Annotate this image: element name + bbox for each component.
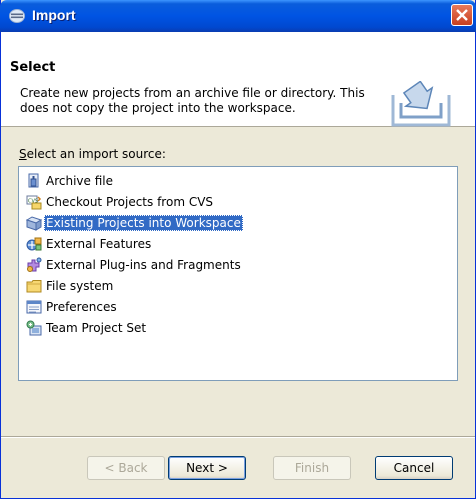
tree-item-label: External Plug-ins and Fragments <box>46 258 241 272</box>
import-source-tree[interactable]: Archive file CVS Checkout Projects from … <box>18 166 458 381</box>
import-window-icon <box>9 9 25 23</box>
tree-item-preferences[interactable]: Preferences <box>26 297 119 317</box>
cancel-button[interactable]: Cancel <box>375 456 453 480</box>
finish-button[interactable]: Finish <box>273 456 351 480</box>
import-wizard-icon <box>391 81 451 127</box>
label-mnemonic: S <box>19 147 27 161</box>
tree-item-label: Archive file <box>46 174 113 188</box>
next-button[interactable]: Next > <box>168 456 246 480</box>
tree-item-label: Preferences <box>46 300 117 314</box>
import-source-label: Select an import source: <box>19 147 166 161</box>
folder-icon <box>26 280 42 293</box>
close-icon <box>456 9 468 21</box>
back-button[interactable]: < Back <box>87 456 165 480</box>
tree-item-existing-projects[interactable]: Existing Projects into Workspace <box>26 213 243 233</box>
team-project-set-icon <box>26 320 42 336</box>
tree-item-file-system[interactable]: File system <box>26 276 115 296</box>
window-title: Import <box>32 7 76 23</box>
tree-item-label: Checkout Projects from CVS <box>46 195 214 209</box>
tree-item-checkout-cvs[interactable]: CVS Checkout Projects from CVS <box>26 192 215 212</box>
tree-item-team-project-set[interactable]: Team Project Set <box>26 318 148 338</box>
label-text: elect an import source: <box>26 147 166 161</box>
tree-item-label: External Features <box>46 237 152 251</box>
import-dialog: Import Select Create new projects from a… <box>0 0 476 499</box>
cvs-checkout-icon: CVS <box>26 195 42 210</box>
close-button[interactable] <box>451 4 473 26</box>
wizard-banner: Select Create new projects from an archi… <box>1 32 475 127</box>
tree-item-external-plugins[interactable]: External Plug-ins and Fragments <box>26 255 243 275</box>
page-title: Select <box>10 60 56 75</box>
tree-item-label: Team Project Set <box>46 321 147 335</box>
tree-item-label: Existing Projects into Workspace <box>44 215 243 231</box>
external-features-icon <box>26 237 42 251</box>
tree-item-external-features[interactable]: External Features <box>26 234 153 254</box>
preferences-icon <box>26 300 42 314</box>
button-bar-divider <box>1 436 475 438</box>
tree-item-label: File system <box>46 279 114 293</box>
plugins-fragments-icon <box>27 257 42 272</box>
existing-projects-icon <box>26 216 42 231</box>
title-bar[interactable]: Import <box>0 0 476 32</box>
archive-file-icon <box>28 173 39 188</box>
tree-item-archive-file[interactable]: Archive file <box>26 171 115 191</box>
page-description: Create new projects from an archive file… <box>20 86 365 115</box>
